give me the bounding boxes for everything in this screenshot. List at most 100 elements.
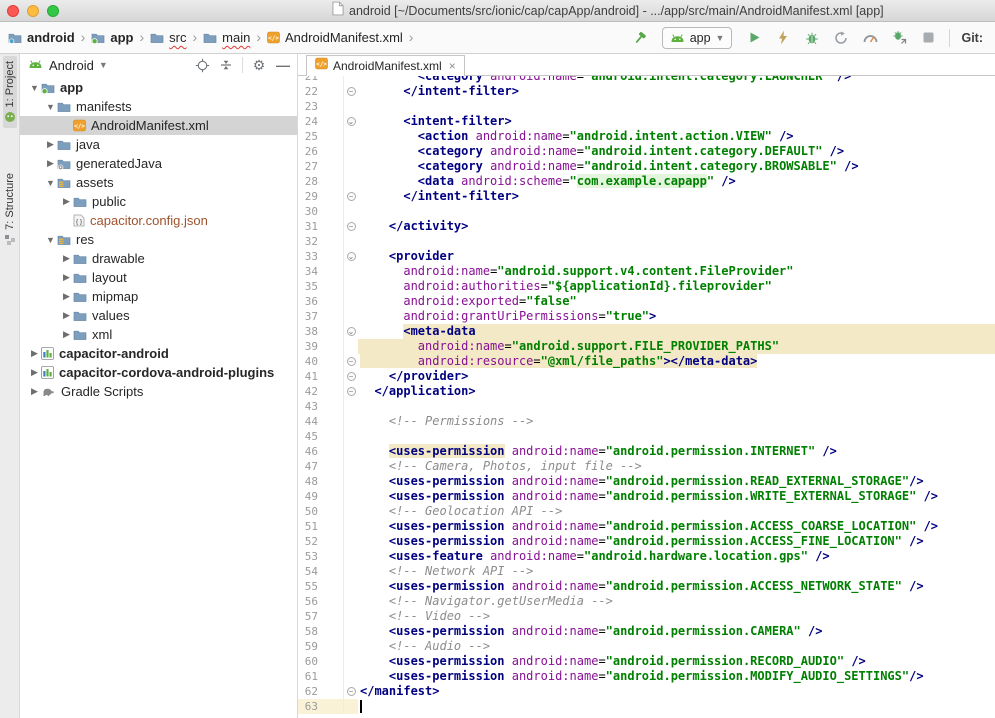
code-text[interactable]: <uses-permission android:name="android.p… xyxy=(358,534,995,549)
code-line-26[interactable]: 26 <category android:name="android.inten… xyxy=(298,144,995,159)
code-line-22[interactable]: 22− </intent-filter> xyxy=(298,84,995,99)
code-line-47[interactable]: 47 <!-- Camera, Photos, input file --> xyxy=(298,459,995,474)
close-window-button[interactable] xyxy=(7,5,19,17)
expand-right-icon[interactable]: ▶ xyxy=(60,329,73,340)
expand-right-icon[interactable]: ▶ xyxy=(44,158,57,169)
breadcrumb-item-src[interactable]: src xyxy=(150,30,186,45)
code-text[interactable]: </manifest> xyxy=(358,684,995,699)
tree-item-generatedjava[interactable]: ▶generatedJava xyxy=(20,154,297,173)
tree-item-capacitor-config-json[interactable]: { }capacitor.config.json xyxy=(20,211,297,230)
code-line-21[interactable]: 21 <category android:name="android.inten… xyxy=(298,76,995,84)
code-text[interactable]: android:grantUriPermissions="true"> xyxy=(358,309,995,324)
tree-item-assets[interactable]: ▼assets xyxy=(20,173,297,192)
code-line-28[interactable]: 28 <data android:scheme="com.example.cap… xyxy=(298,174,995,189)
breadcrumb-item-app[interactable]: app xyxy=(91,30,133,45)
code-text[interactable] xyxy=(358,699,995,714)
tool-window-tab-structure[interactable]: 7: Structure xyxy=(3,168,17,251)
code-text[interactable]: <!-- Navigator.getUserMedia --> xyxy=(358,594,995,609)
tree-item-mipmap[interactable]: ▶mipmap xyxy=(20,287,297,306)
code-text[interactable]: </application> xyxy=(358,384,995,399)
fold-expanded-icon[interactable]: ⌄ xyxy=(347,327,356,336)
code-text[interactable]: <!-- Geolocation API --> xyxy=(358,504,995,519)
code-text[interactable]: android:name="android.support.FILE_PROVI… xyxy=(358,339,995,354)
tree-item-values[interactable]: ▶values xyxy=(20,306,297,325)
fold-collapse-icon[interactable]: − xyxy=(347,687,356,696)
tool-window-tab-project[interactable]: 1: Project xyxy=(3,56,17,128)
fold-collapse-icon[interactable]: − xyxy=(347,387,356,396)
code-text[interactable] xyxy=(358,204,995,219)
code-line-34[interactable]: 34 android:name="android.support.v4.cont… xyxy=(298,264,995,279)
code-line-57[interactable]: 57 <!-- Video --> xyxy=(298,609,995,624)
code-line-58[interactable]: 58 <uses-permission android:name="androi… xyxy=(298,624,995,639)
tree-item-java[interactable]: ▶java xyxy=(20,135,297,154)
code-line-62[interactable]: 62−</manifest> xyxy=(298,684,995,699)
tab-androidmanifest[interactable]: </> AndroidManifest.xml × xyxy=(306,55,465,76)
code-text[interactable]: </intent-filter> xyxy=(358,189,995,204)
code-text[interactable]: <!-- Video --> xyxy=(358,609,995,624)
code-line-61[interactable]: 61 <uses-permission android:name="androi… xyxy=(298,669,995,684)
code-line-63[interactable]: 63 xyxy=(298,699,995,714)
code-text[interactable] xyxy=(358,234,995,249)
code-line-32[interactable]: 32 xyxy=(298,234,995,249)
code-line-35[interactable]: 35 android:authorities="${applicationId}… xyxy=(298,279,995,294)
expand-down-icon[interactable]: ▼ xyxy=(44,102,57,112)
fold-collapse-icon[interactable]: − xyxy=(347,357,356,366)
expand-right-icon[interactable]: ▶ xyxy=(28,367,41,378)
locate-icon[interactable] xyxy=(194,57,210,73)
code-text[interactable]: </provider> xyxy=(358,369,995,384)
code-text[interactable]: <!-- Audio --> xyxy=(358,639,995,654)
code-line-49[interactable]: 49 <uses-permission android:name="androi… xyxy=(298,489,995,504)
code-text[interactable] xyxy=(358,429,995,444)
minimize-window-button[interactable] xyxy=(27,5,39,17)
code-text[interactable]: <uses-permission android:name="android.p… xyxy=(358,474,995,489)
code-line-52[interactable]: 52 <uses-permission android:name="androi… xyxy=(298,534,995,549)
tree-item-drawable[interactable]: ▶drawable xyxy=(20,249,297,268)
code-line-46[interactable]: 46 <uses-permission android:name="androi… xyxy=(298,444,995,459)
code-line-42[interactable]: 42− </application> xyxy=(298,384,995,399)
code-line-55[interactable]: 55 <uses-permission android:name="androi… xyxy=(298,579,995,594)
code-text[interactable]: <category android:name="android.intent.c… xyxy=(358,76,995,84)
project-view-selector[interactable]: Android xyxy=(49,58,94,73)
tree-item-res[interactable]: ▼res xyxy=(20,230,297,249)
expand-right-icon[interactable]: ▶ xyxy=(28,386,41,397)
code-text[interactable] xyxy=(358,399,995,414)
code-text[interactable]: <!-- Camera, Photos, input file --> xyxy=(358,459,995,474)
expand-down-icon[interactable]: ▼ xyxy=(28,83,41,93)
code-line-50[interactable]: 50 <!-- Geolocation API --> xyxy=(298,504,995,519)
close-tab-icon[interactable]: × xyxy=(449,59,456,73)
code-line-51[interactable]: 51 <uses-permission android:name="androi… xyxy=(298,519,995,534)
run-configuration-select[interactable]: app▼ xyxy=(662,27,733,49)
code-text[interactable]: <uses-permission android:name="android.p… xyxy=(358,519,995,534)
breadcrumb-item-main[interactable]: main xyxy=(203,30,250,45)
code-text[interactable]: <uses-permission android:name="android.p… xyxy=(358,444,995,459)
tree-item-layout[interactable]: ▶layout xyxy=(20,268,297,287)
code-text[interactable]: <action android:name="android.intent.act… xyxy=(358,129,995,144)
code-line-31[interactable]: 31− </activity> xyxy=(298,219,995,234)
tree-item-capacitor-android[interactable]: ▶capacitor-android xyxy=(20,344,297,363)
code-text[interactable]: <data android:scheme="com.example.capapp… xyxy=(358,174,995,189)
code-editor[interactable]: 21 <category android:name="android.inten… xyxy=(298,76,995,718)
code-text[interactable]: </intent-filter> xyxy=(358,84,995,99)
tree-item-manifests[interactable]: ▼manifests xyxy=(20,97,297,116)
code-line-48[interactable]: 48 <uses-permission android:name="androi… xyxy=(298,474,995,489)
code-text[interactable]: <uses-permission android:name="android.p… xyxy=(358,654,995,669)
code-text[interactable]: android:resource="@xml/file_paths"></met… xyxy=(358,354,995,369)
fold-collapse-icon[interactable]: − xyxy=(347,372,356,381)
zoom-window-button[interactable] xyxy=(47,5,59,17)
code-line-41[interactable]: 41− </provider> xyxy=(298,369,995,384)
expand-right-icon[interactable]: ▶ xyxy=(60,196,73,207)
code-line-59[interactable]: 59 <!-- Audio --> xyxy=(298,639,995,654)
collapse-all-icon[interactable] xyxy=(218,57,234,73)
code-text[interactable]: <uses-permission android:name="android.p… xyxy=(358,669,995,684)
code-line-43[interactable]: 43 xyxy=(298,399,995,414)
code-line-39[interactable]: 39 android:name="android.support.FILE_PR… xyxy=(298,339,995,354)
code-line-29[interactable]: 29− </intent-filter> xyxy=(298,189,995,204)
code-line-23[interactable]: 23 xyxy=(298,99,995,114)
expand-right-icon[interactable]: ▶ xyxy=(44,139,57,150)
expand-right-icon[interactable]: ▶ xyxy=(60,310,73,321)
tree-item-capacitor-cordova-android-plugins[interactable]: ▶capacitor-cordova-android-plugins xyxy=(20,363,297,382)
attach-debugger-button[interactable] xyxy=(889,28,909,48)
code-text[interactable]: <!-- Permissions --> xyxy=(358,414,995,429)
code-text[interactable]: <intent-filter> xyxy=(358,114,995,129)
code-text[interactable]: <uses-permission android:name="android.p… xyxy=(358,489,995,504)
